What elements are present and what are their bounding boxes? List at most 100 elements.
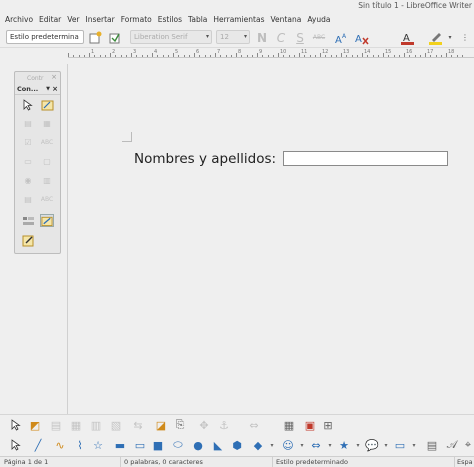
option-button-icon[interactable]: ◉: [21, 174, 35, 187]
tab-order-icon[interactable]: ▥: [88, 417, 104, 433]
anchor-icon[interactable]: ⚓: [216, 417, 232, 433]
horizontal-ruler[interactable]: 1 2 3 4 5 6 7 8 9 10 11 12 13 14 15 16 17 18: [68, 49, 474, 58]
line-icon[interactable]: ╱: [30, 437, 46, 453]
add-field-icon[interactable]: ▧: [108, 417, 124, 433]
menu-formato[interactable]: Formato: [118, 15, 155, 24]
new-style-icon[interactable]: [88, 30, 104, 45]
font-name-combo[interactable]: Liberation Serif ▾: [130, 30, 212, 44]
ruler-tick: [194, 53, 195, 57]
wizards-toggle-icon[interactable]: [21, 234, 35, 247]
position-size-icon[interactable]: ✥: [196, 417, 212, 433]
underline-icon[interactable]: S: [292, 30, 308, 45]
name-text-field[interactable]: [283, 151, 448, 166]
curve-icon[interactable]: ∿: [52, 437, 68, 453]
ellipse-icon[interactable]: ⬭: [170, 437, 186, 453]
form-navigator-icon[interactable]: ▦: [40, 117, 54, 130]
menu-tabla[interactable]: Tabla: [185, 15, 210, 24]
italic-icon[interactable]: C: [273, 30, 289, 45]
ruler-tick: [272, 55, 274, 57]
polygon-icon[interactable]: ⌇: [72, 437, 88, 453]
chevron-down-icon[interactable]: ▼: [46, 86, 50, 92]
ruler-tick: [446, 53, 447, 57]
open-in-design-icon[interactable]: ⎘: [172, 417, 188, 433]
form-design-icon[interactable]: ▤: [21, 117, 35, 130]
menu-herramientas[interactable]: Herramientas: [210, 15, 267, 24]
display-grid-icon[interactable]: ▦: [281, 417, 297, 433]
menu-insertar[interactable]: Insertar: [83, 15, 118, 24]
design-mode-icon[interactable]: ◩: [27, 417, 43, 433]
points-icon[interactable]: ⌖: [460, 437, 474, 453]
rounded-rectangle-icon[interactable]: ▭: [132, 437, 148, 453]
activation-order-icon[interactable]: ⇆: [130, 417, 146, 433]
superscript-icon[interactable]: AA: [334, 30, 350, 45]
menu-archivo[interactable]: Archivo: [2, 15, 36, 24]
panel-header[interactable]: Con... ▼ ×: [15, 84, 60, 95]
text-boundary-corner: [122, 132, 132, 142]
form-properties-icon[interactable]: ▦: [68, 417, 84, 433]
paragraph-style-combo[interactable]: Estilo predetermina: [6, 30, 84, 44]
push-button-icon[interactable]: ▭: [21, 155, 35, 168]
chevron-down-icon[interactable]: ▾: [446, 30, 454, 45]
combo-box-icon[interactable]: ▤: [21, 193, 35, 206]
more-options-icon[interactable]: ⋮: [458, 30, 472, 45]
chevron-down-icon[interactable]: ▾: [406, 437, 422, 453]
snap-to-grid-icon[interactable]: ▣: [302, 417, 318, 433]
ruler-number: 2: [112, 49, 116, 55]
ruler-tick: [246, 55, 248, 57]
form-navigator-icon[interactable]: ◪: [153, 417, 169, 433]
svg-text:A: A: [335, 35, 342, 45]
font-color-icon[interactable]: A: [400, 30, 416, 45]
design-mode-icon[interactable]: [40, 98, 54, 111]
font-size-combo[interactable]: 12 ▾: [216, 30, 250, 44]
menu-ventana[interactable]: Ventana: [268, 15, 305, 24]
bold-icon[interactable]: N: [254, 30, 270, 45]
ruler-tick: [404, 53, 405, 57]
status-page-style[interactable]: Estilo predeterminado: [276, 458, 348, 466]
rectangle-icon[interactable]: ▬: [112, 437, 128, 453]
select-pointer-icon[interactable]: [8, 437, 24, 453]
text-box-icon[interactable]: ▤: [424, 437, 440, 453]
menu-ver[interactable]: Ver: [64, 15, 82, 24]
clear-formatting-icon[interactable]: A: [354, 30, 370, 45]
text-box-icon[interactable]: ABC: [40, 136, 54, 149]
wrap-icon[interactable]: ⇔: [246, 417, 262, 433]
more-controls-icon[interactable]: [21, 214, 35, 227]
chevron-down-icon[interactable]: ▾: [264, 437, 280, 453]
square-icon[interactable]: ■: [150, 437, 166, 453]
close-icon[interactable]: ×: [52, 85, 58, 93]
form-wizard-icon[interactable]: [40, 214, 54, 227]
select-pointer-icon[interactable]: [8, 417, 24, 433]
document-page[interactable]: [68, 62, 474, 414]
ruler-tick: [173, 53, 174, 57]
ruler-tick: [78, 55, 80, 57]
select-pointer-icon[interactable]: [21, 98, 35, 111]
menu-estilos[interactable]: Estilos: [155, 15, 185, 24]
checkbox-icon[interactable]: ☑: [21, 136, 35, 149]
name-field-label: Nombres y apellidos:: [134, 151, 277, 167]
ruler-tick: [362, 53, 363, 57]
helplines-icon[interactable]: ⊞: [320, 417, 336, 433]
triangle-icon[interactable]: ◣: [210, 437, 226, 453]
status-word-count[interactable]: 0 palabras, 0 caracteres: [124, 458, 203, 466]
panel-faded-header[interactable]: Contr ×: [15, 72, 60, 84]
group-box-icon[interactable]: ▢: [40, 155, 54, 168]
ruler-tick: [131, 53, 132, 57]
ruler-number: 15: [385, 49, 392, 55]
star-outline-icon[interactable]: ☆: [90, 437, 106, 453]
label-field-icon[interactable]: ABC: [40, 193, 54, 206]
menu-ayuda[interactable]: Ayuda: [304, 15, 333, 24]
circle-icon[interactable]: ●: [190, 437, 206, 453]
fontwork-icon[interactable]: 𝒜: [444, 437, 460, 453]
update-style-icon[interactable]: [107, 30, 123, 45]
cylinder-icon[interactable]: ⬢: [229, 437, 245, 453]
ruler-tick: [346, 55, 348, 57]
menu-editar[interactable]: Editar: [36, 15, 64, 24]
strikethrough-icon[interactable]: ABC: [311, 30, 327, 45]
list-box-icon[interactable]: ▥: [40, 174, 54, 187]
control-properties-icon[interactable]: ▤: [48, 417, 64, 433]
status-page[interactable]: Página 1 de 1: [4, 458, 48, 466]
highlighting-icon[interactable]: [428, 30, 444, 45]
close-icon[interactable]: ×: [51, 73, 57, 81]
status-language[interactable]: Espa: [457, 458, 473, 466]
ruler-tick: [320, 53, 321, 57]
